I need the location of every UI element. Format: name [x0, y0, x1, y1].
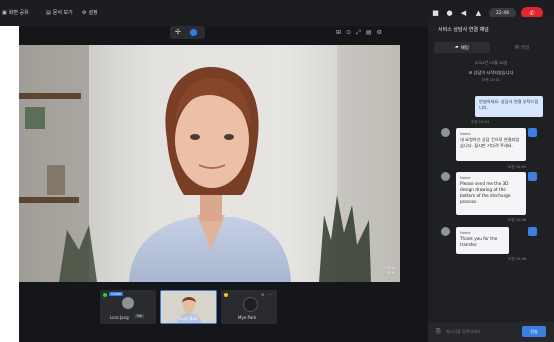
chat-tabs: ▰ 채팅 ▤ 파일	[428, 40, 554, 54]
system-message: ⊟ 상담이 시작되었습니다	[468, 70, 514, 75]
fullscreen-icon[interactable]: ⛶	[388, 266, 394, 276]
participant-tile[interactable]: ✕ ⋯ Mye Park	[221, 290, 277, 324]
avatar	[441, 172, 450, 181]
participant-name: Lora Jang	[110, 315, 129, 320]
audio-only-icon	[243, 297, 258, 312]
chat-input-bar: ⎘ 전송	[428, 322, 554, 342]
message-text: 네 요청하신 상담 건으로 연결되었습니다. 잠시만 기다려 주세요.	[460, 137, 520, 148]
tab-label: 화면 공유	[8, 10, 29, 16]
tab-label: 설정	[88, 10, 98, 16]
incoming-message: Name 네 요청하신 상담 건으로 연결되었습니다. 잠시만 기다려 주세요.	[456, 128, 526, 161]
participant-name: Mye Park	[238, 315, 257, 320]
grid-icon[interactable]: ⊞	[336, 29, 341, 37]
tab-chat[interactable]: ▰ 채팅	[434, 42, 490, 53]
chat-icon: ▰	[455, 45, 459, 50]
message-time: 오전 10:06	[508, 218, 527, 222]
tab-document[interactable]: ▤ 문서 보기	[46, 7, 73, 18]
chat-panel: 서비스 상담사 연결 채널 ▰ 채팅 ▤ 파일 2024년 03월 18일 ⊟ …	[428, 17, 554, 342]
mic-icon[interactable]: ●	[445, 8, 454, 17]
tab-files[interactable]: ▤ 파일	[494, 42, 550, 53]
message-input[interactable]	[446, 326, 516, 337]
bell-icon[interactable]: ▲	[474, 8, 483, 17]
document-icon: ▤	[46, 9, 51, 16]
file-icon: ▤	[514, 45, 519, 50]
tab-label: 채팅	[460, 45, 469, 51]
send-button[interactable]: 전송	[522, 326, 546, 337]
message-time: 오전 10:04	[508, 165, 527, 169]
tab-label: 문서 보기	[52, 10, 73, 16]
system-time: 오전 10:01	[481, 78, 501, 82]
mic-off-icon: ✕	[261, 292, 265, 297]
incoming-message: Name Please send me the 3D design drawin…	[456, 172, 526, 215]
avatar	[122, 297, 134, 309]
tab-screen-share[interactable]: ▣ 화면 공유	[2, 7, 29, 18]
incoming-message: Name Thank you for the transfer.	[456, 227, 509, 254]
left-edge	[0, 26, 19, 342]
file-icon[interactable]: ▤	[366, 29, 372, 37]
message-time: 오전 10:08	[508, 257, 527, 261]
video-toolbar: ✢	[170, 26, 205, 39]
chat-title: 서비스 상담사 연결 채널	[438, 27, 489, 33]
layout-icon[interactable]: ⊙	[346, 29, 351, 37]
date-divider: 2024년 03월 18일	[474, 60, 508, 65]
participant-tile-active[interactable]: Lucy Bae	[160, 290, 217, 324]
stage-toolbar: ⊞ ⊙ ⤢ ▤ ⚙	[336, 29, 382, 37]
avatar	[441, 227, 450, 236]
record-icon[interactable]	[190, 29, 197, 36]
role-badge: Guide	[109, 292, 124, 296]
participant-tile[interactable]: Guide Lora Jang Me	[100, 290, 156, 324]
more-icon[interactable]: ⋯	[268, 292, 272, 297]
message-text: Please send me the 3D design drawing at …	[460, 181, 511, 204]
translate-button[interactable]	[528, 227, 537, 236]
video-frame	[19, 45, 400, 282]
translate-button[interactable]	[528, 128, 537, 137]
tab-settings[interactable]: ⚙ 설정	[82, 7, 98, 18]
avatar	[441, 128, 450, 137]
attach-icon[interactable]: ⎘	[436, 328, 441, 336]
my-message: 안녕하세요. 상담사 연결 부탁드립니다.	[475, 96, 543, 117]
translate-button[interactable]	[528, 172, 537, 181]
status-dot	[103, 293, 107, 297]
participant-name: Lucy Bae	[179, 316, 198, 321]
phone-end-icon: ✆	[529, 9, 535, 17]
speaker-icon[interactable]: ◀	[459, 8, 468, 17]
pin-icon[interactable]: ✢	[175, 28, 181, 36]
expand-icon[interactable]: ⤢	[356, 29, 361, 37]
me-tag: Me	[135, 314, 145, 318]
camera-icon[interactable]: ■	[431, 8, 440, 17]
status-dot	[224, 293, 228, 297]
screen-share-icon: ▣	[2, 9, 7, 16]
gear-icon[interactable]: ⚙	[377, 29, 382, 37]
settings-icon: ⚙	[82, 9, 87, 16]
main-video: ⛶	[19, 45, 400, 282]
message-text: Thank you for the transfer.	[460, 236, 498, 247]
message-time: 오전 10:03	[471, 120, 490, 124]
tab-label: 파일	[520, 45, 530, 51]
